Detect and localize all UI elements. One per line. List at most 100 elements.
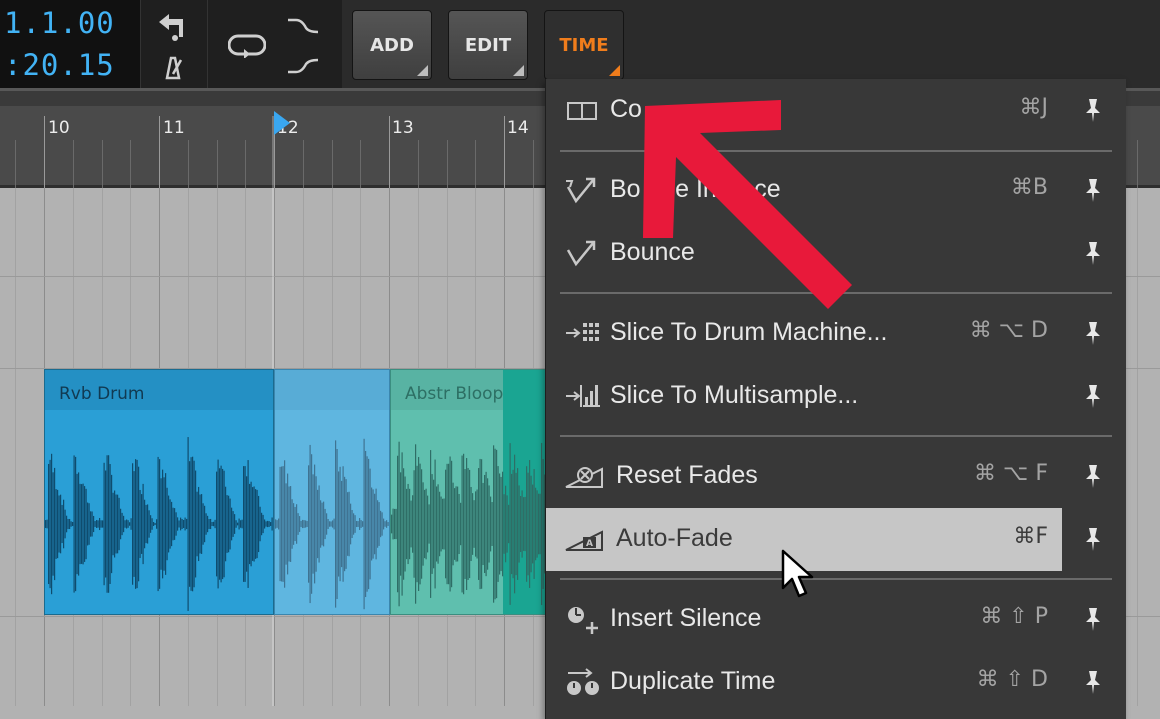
clip-name: Abstr Bloops (405, 384, 513, 404)
menu-item-label: Co (610, 95, 642, 123)
tool-group-metronome (140, 0, 207, 88)
submenu-corner-icon (417, 65, 428, 76)
audio-clip[interactable]: Abstr Bloops (390, 369, 550, 615)
ruler-tick (217, 140, 218, 188)
add-button-label: ADD (370, 34, 414, 56)
menu-item-insert-silence[interactable]: Insert Silence ⌘ ⇧ P (546, 588, 1126, 651)
menu-item-label: Bo ce In lace (610, 175, 781, 203)
menu-item-slice-to-multisample[interactable]: Slice To Multisample... (546, 365, 1126, 428)
time-menu: Co ⌘J Bo ce In lace ⌘B Bounce Slice To D… (545, 79, 1126, 719)
add-button[interactable]: ADD (352, 10, 432, 80)
clip-name: Rvb Drum (59, 384, 145, 404)
waveform-graphic (391, 441, 549, 607)
pre-roll-icon[interactable] (155, 12, 191, 42)
ruler-tick (447, 140, 448, 188)
ruler-tick (533, 140, 534, 188)
submenu-corner-icon (609, 65, 620, 76)
menu-item-bounce[interactable]: Bounce (546, 222, 1126, 285)
audio-clip[interactable]: Rvb Drum (44, 369, 274, 615)
clip-header (275, 370, 389, 410)
menu-item-shortcut: ⌘ ⇧ P (980, 604, 1048, 629)
menu-item-label: Bounce (610, 238, 695, 266)
pin-icon[interactable] (1082, 383, 1104, 409)
menu-item-auto-fade[interactable]: A Auto-Fade ⌘F (546, 508, 1126, 571)
loop-icon[interactable] (228, 32, 266, 58)
pin-icon[interactable] (1082, 240, 1104, 266)
pin-icon[interactable] (1082, 320, 1104, 346)
ruler-tick (102, 140, 103, 188)
bounce-icon (566, 240, 596, 267)
tool-group-loop (207, 0, 342, 88)
slice-drum-machine-icon (566, 323, 599, 341)
menu-separator (560, 150, 1112, 152)
edit-button[interactable]: EDIT (448, 10, 528, 80)
menu-item-shortcut: ⌘ ⌥ D (969, 318, 1048, 343)
menu-item-duplicate-time[interactable]: Duplicate Time ⌘ ⇧ D (546, 651, 1126, 714)
menu-item-shortcut: ⌘B (1010, 175, 1048, 200)
menu-item-consolidate[interactable]: Co ⌘J (546, 79, 1126, 142)
ruler-tick (389, 116, 390, 188)
menu-item-shortcut: ⌘J (1019, 95, 1049, 120)
submenu-corner-icon (513, 65, 524, 76)
consolidate-icon (567, 102, 597, 120)
ruler-tick (504, 116, 505, 188)
reset-fades-icon (565, 467, 603, 488)
bounce-in-place-icon (566, 177, 596, 204)
menu-item-label: Slice To Multisample... (610, 381, 859, 409)
pin-icon[interactable] (1082, 177, 1104, 203)
menu-item-label: Insert Silence (610, 604, 762, 632)
ruler-tick (332, 140, 333, 188)
ruler-tick (360, 140, 361, 188)
waveform-graphic (45, 437, 273, 611)
fade-in-icon[interactable] (286, 16, 320, 34)
duplicate-time-icon (567, 668, 599, 695)
slice-multisample-icon (566, 385, 600, 407)
pin-icon[interactable] (1082, 463, 1104, 489)
menu-separator (560, 292, 1112, 294)
ruler-tick (130, 140, 131, 188)
menu-separator (560, 578, 1112, 580)
ruler-tick (418, 140, 419, 188)
ruler-tick (188, 140, 189, 188)
bar-number: 14 (507, 118, 529, 138)
ruler-tick (303, 140, 304, 188)
ruler-tick (245, 140, 246, 188)
menu-item-slice-to-drum-machine[interactable]: Slice To Drum Machine... ⌘ ⌥ D (546, 302, 1126, 365)
ruler-tick (73, 140, 74, 188)
metronome-icon[interactable] (159, 54, 187, 80)
pin-icon[interactable] (1082, 526, 1104, 552)
pin-icon[interactable] (1082, 669, 1104, 695)
bar-number: 10 (48, 118, 70, 138)
menu-item-shortcut: ⌘ ⌥ F (974, 461, 1048, 486)
position-readout: 1.1.00 (4, 6, 115, 40)
fade-out-icon[interactable] (286, 56, 320, 74)
menu-separator (560, 435, 1112, 437)
playhead-marker-icon[interactable] (272, 111, 292, 135)
edit-button-label: EDIT (464, 34, 512, 56)
time-button-label: TIME (559, 34, 609, 56)
ruler-tick (15, 140, 16, 188)
menu-item-shortcut: ⌘ ⇧ D (976, 667, 1048, 692)
bar-number: 13 (392, 118, 414, 138)
menu-item-bounce-in-place[interactable]: Bo ce In lace ⌘B (546, 159, 1126, 222)
ruler-tick (159, 116, 160, 188)
menu-item-reset-fades[interactable]: Reset Fades ⌘ ⌥ F (546, 445, 1126, 508)
pin-icon[interactable] (1082, 97, 1104, 123)
menu-item-shortcut: ⌘F (1013, 524, 1048, 549)
grid-line (15, 188, 16, 706)
audio-clip-selection[interactable] (274, 369, 390, 615)
menu-item-label: Duplicate Time (610, 667, 776, 695)
insert-silence-icon (568, 607, 598, 634)
svg-text:A: A (586, 539, 593, 549)
transport-counter[interactable]: 1.1.00 :20.15 (0, 0, 140, 88)
ruler-tick (1137, 140, 1138, 188)
time-button[interactable]: TIME (544, 10, 624, 80)
waveform-graphic (275, 438, 389, 610)
pin-icon[interactable] (1082, 606, 1104, 632)
bar-number: 11 (163, 118, 185, 138)
menu-item-label: Slice To Drum Machine... (610, 318, 888, 346)
mouse-cursor-icon (781, 549, 814, 598)
time-readout: :20.15 (4, 48, 115, 82)
auto-fade-icon: A (565, 530, 603, 551)
ruler-tick (44, 116, 45, 188)
